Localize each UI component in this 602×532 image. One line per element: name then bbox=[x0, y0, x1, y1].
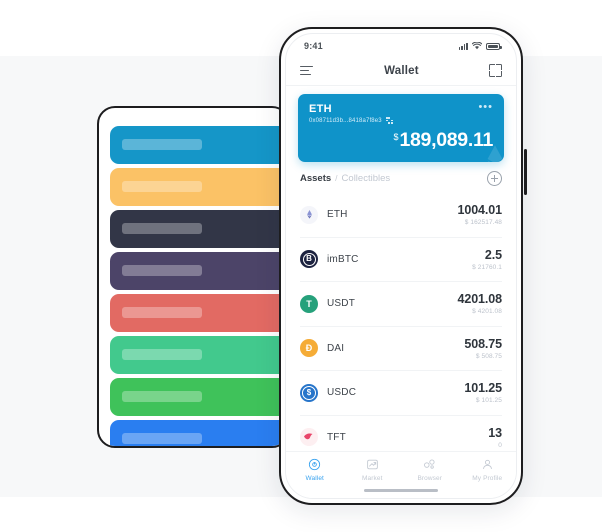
tab-separator: / bbox=[335, 173, 338, 183]
wifi-icon bbox=[472, 42, 482, 50]
asset-row[interactable]: T USDT 4201.08 $ 4201.08 bbox=[300, 282, 502, 327]
tab-assets[interactable]: Assets bbox=[300, 173, 331, 184]
asset-amount: 1004.01 bbox=[457, 203, 503, 218]
asset-fiat-value: $ 101.25 bbox=[475, 397, 502, 405]
asset-amount: 2.5 bbox=[484, 247, 502, 262]
market-icon bbox=[365, 458, 379, 472]
asset-row[interactable]: ETH 1004.01 $ 162517.48 bbox=[300, 193, 502, 238]
placeholder-card[interactable] bbox=[110, 210, 288, 248]
balance-amount-row: $ 189,089.11 bbox=[309, 129, 493, 152]
asset-amount: 13 bbox=[488, 425, 502, 440]
asset-amount: 101.25 bbox=[464, 381, 502, 396]
asset-amount: 508.75 bbox=[464, 336, 502, 351]
placeholder-card[interactable] bbox=[110, 126, 288, 164]
asset-tabs: Assets / Collectibles bbox=[300, 173, 390, 184]
placeholder-card[interactable]: B bbox=[110, 168, 288, 206]
asset-symbol: DAI bbox=[327, 342, 345, 354]
status-clock: 9:41 bbox=[304, 41, 323, 51]
phone-side-button[interactable] bbox=[523, 149, 527, 195]
tab-collectibles[interactable]: Collectibles bbox=[342, 173, 391, 184]
asset-fiat-value: 0 bbox=[498, 441, 502, 449]
asset-fiat-value: $ 4201.08 bbox=[472, 308, 502, 316]
placeholder-label-bar bbox=[122, 433, 202, 444]
wallet-icon bbox=[308, 458, 322, 472]
wallet-balance-card[interactable]: ETH ••• 0x08711d3b...8418a7f8e3 $ 189,08… bbox=[298, 94, 504, 162]
tabbar-label: Market bbox=[362, 474, 383, 482]
placeholder-card-list: BNBL bbox=[110, 126, 288, 446]
balance-card-header: ETH ••• bbox=[309, 102, 493, 116]
tabbar-item-my-profile[interactable]: My Profile bbox=[459, 458, 517, 482]
asset-row[interactable]: $ USDC 101.25 $ 101.25 bbox=[300, 371, 502, 416]
placeholder-label-bar bbox=[122, 349, 202, 360]
asset-symbol: imBTC bbox=[327, 253, 359, 265]
balance-section: ETH ••• 0x08711d3b...8418a7f8e3 $ 189,08… bbox=[286, 86, 516, 162]
plus-circle-icon[interactable] bbox=[487, 171, 502, 186]
phone-screen: 9:41 Wallet ETH ••• 0x08711d3b...8418a7f… bbox=[285, 33, 517, 499]
scan-qr-icon[interactable] bbox=[488, 64, 502, 77]
asset-fiat-value: $ 21760.1 bbox=[472, 263, 502, 271]
asset-row[interactable]: Ð DAI 508.75 $ 508.75 bbox=[300, 327, 502, 371]
imbtc-icon: B bbox=[300, 250, 318, 269]
placeholder-card[interactable]: B bbox=[110, 378, 288, 416]
placeholder-card[interactable]: N bbox=[110, 336, 288, 374]
asset-values: 1004.01 $ 162517.48 bbox=[458, 203, 503, 226]
asset-symbol: TFT bbox=[327, 431, 346, 443]
asset-values: 2.5 $ 21760.1 bbox=[472, 248, 502, 271]
asset-symbol: ETH bbox=[327, 209, 348, 221]
placeholder-label-bar bbox=[122, 307, 202, 318]
wallet-address: 0x08711d3b...8418a7f8e3 bbox=[309, 117, 382, 124]
currency-symbol: $ bbox=[393, 132, 399, 142]
asset-symbol: USDC bbox=[327, 387, 357, 399]
battery-icon bbox=[486, 43, 502, 50]
qr-code-icon[interactable] bbox=[385, 117, 393, 124]
scene: BNBL 9:41 Wallet bbox=[0, 0, 602, 532]
asset-values: 4201.08 $ 4201.08 bbox=[458, 292, 503, 315]
cellular-signal-icon bbox=[458, 42, 468, 50]
status-bar: 9:41 bbox=[286, 34, 516, 56]
asset-row[interactable]: BimBTC 2.5 $ 21760.1 bbox=[300, 238, 502, 282]
ethereum-icon bbox=[300, 205, 318, 224]
tabbar-label: Browser bbox=[417, 474, 443, 482]
ethereum-watermark-icon bbox=[487, 145, 503, 162]
nav-bar: Wallet bbox=[286, 56, 516, 86]
wallet-address-row: 0x08711d3b...8418a7f8e3 bbox=[309, 117, 493, 124]
bottom-tab-bar: Wallet Market Browser My Profile bbox=[286, 450, 517, 498]
more-options-icon[interactable]: ••• bbox=[478, 102, 493, 113]
asset-symbol: USDT bbox=[327, 298, 356, 310]
tabbar-item-wallet[interactable]: Wallet bbox=[286, 458, 344, 482]
tabbar-item-browser[interactable]: Browser bbox=[401, 458, 459, 482]
asset-values: 101.25 $ 101.25 bbox=[464, 381, 502, 404]
placeholder-card-panel: BNBL bbox=[97, 106, 290, 448]
profile-icon bbox=[480, 458, 494, 472]
placeholder-label-bar bbox=[122, 265, 202, 276]
placeholder-card[interactable]: L bbox=[110, 420, 288, 446]
placeholder-label-bar bbox=[122, 139, 202, 150]
asset-fiat-value: $ 508.75 bbox=[475, 352, 502, 360]
tft-bird-icon bbox=[300, 428, 318, 447]
tether-icon: T bbox=[300, 294, 318, 313]
menu-icon[interactable] bbox=[300, 65, 314, 76]
tabbar-label: Wallet bbox=[305, 474, 324, 482]
browser-icon bbox=[423, 458, 437, 472]
tabbar-item-market[interactable]: Market bbox=[344, 458, 402, 482]
asset-amount: 4201.08 bbox=[457, 292, 503, 307]
page-title: Wallet bbox=[384, 64, 419, 77]
asset-values: 508.75 $ 508.75 bbox=[464, 337, 502, 360]
placeholder-label-bar bbox=[122, 181, 202, 192]
placeholder-card[interactable] bbox=[110, 294, 288, 332]
home-indicator bbox=[364, 488, 438, 492]
asset-values: 13 0 bbox=[488, 426, 502, 449]
usd-coin-icon: $ bbox=[300, 383, 318, 402]
asset-fiat-value: $ 162517.48 bbox=[464, 219, 502, 227]
placeholder-card[interactable] bbox=[110, 252, 288, 290]
asset-list: ETH 1004.01 $ 162517.48 BimBTC 2.5 $ 21760.1 T… bbox=[286, 193, 516, 459]
dai-icon: Ð bbox=[300, 339, 318, 358]
wallet-name: ETH bbox=[309, 103, 332, 115]
phone-mockup: 9:41 Wallet ETH ••• 0x08711d3b...8418a7f… bbox=[279, 27, 527, 505]
placeholder-label-bar bbox=[122, 223, 202, 234]
tabbar-label: My Profile bbox=[472, 474, 503, 482]
placeholder-label-bar bbox=[122, 391, 202, 402]
asset-tabs-row: Assets / Collectibles bbox=[286, 162, 516, 193]
status-indicators bbox=[458, 42, 502, 50]
